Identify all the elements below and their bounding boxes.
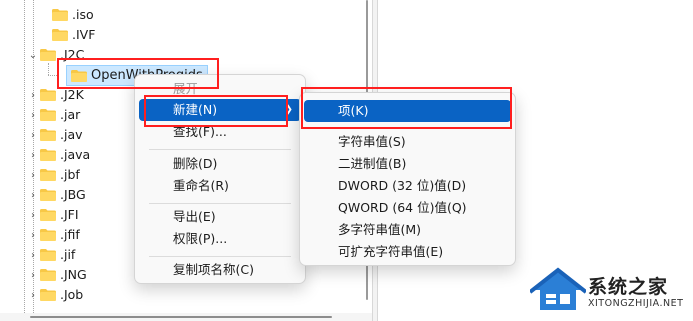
annotation-box	[301, 87, 512, 129]
folder-icon	[40, 89, 56, 101]
tree-node-label: .jbf	[60, 167, 80, 182]
chevron-right-icon[interactable]: ›	[26, 170, 40, 181]
menu-item-permissions[interactable]: 权限(P)...	[139, 228, 301, 250]
menu-separator	[149, 149, 291, 150]
tree-node[interactable]: › .JBG	[31, 185, 86, 205]
folder-icon	[40, 149, 56, 161]
tree-node-label: .jav	[60, 127, 83, 142]
menu-item-export[interactable]: 导出(E)	[139, 206, 301, 228]
tree-node[interactable]: › .jar	[31, 105, 81, 125]
tree-node[interactable]: .iso	[38, 5, 94, 25]
tree-node[interactable]: › .jif	[31, 245, 76, 265]
tree-node-label: .jif	[60, 247, 76, 262]
tree-node-label: .IVF	[72, 27, 96, 42]
folder-icon	[40, 49, 56, 61]
folder-icon	[40, 249, 56, 261]
tree-node[interactable]: › .jbf	[31, 165, 80, 185]
chevron-right-icon[interactable]: ›	[26, 90, 40, 101]
scrollbar-thumb[interactable]	[30, 316, 332, 318]
watermark-url: XITONGZHIJIA.NET	[588, 298, 684, 309]
submenu-item-qword-value[interactable]: QWORD (64 位)值(Q)	[304, 197, 511, 219]
tree-node[interactable]: › .JFI	[31, 205, 79, 225]
menu-item-rename[interactable]: 重命名(R)	[139, 175, 301, 197]
tree-node-label: .JBG	[60, 187, 86, 202]
tree-node[interactable]: › .java	[31, 145, 91, 165]
folder-icon	[40, 109, 56, 121]
folder-icon	[40, 229, 56, 241]
menu-separator	[149, 256, 291, 257]
tree-node-label: .jar	[60, 107, 81, 122]
folder-icon	[52, 9, 68, 21]
house-logo-icon	[530, 267, 586, 310]
tree-node[interactable]: › .Job	[31, 285, 84, 305]
tree-guide-line	[24, 0, 25, 313]
submenu-item-string-value[interactable]: 字符串值(S)	[304, 131, 511, 153]
folder-icon	[40, 129, 56, 141]
submenu-item-dword-value[interactable]: DWORD (32 位)值(D)	[304, 175, 511, 197]
folder-icon	[40, 169, 56, 181]
submenu-item-multi-string-value[interactable]: 多字符串值(M)	[304, 219, 511, 241]
tree-horizontal-scrollbar[interactable]	[0, 313, 372, 321]
menu-item-delete[interactable]: 删除(D)	[139, 153, 301, 175]
chevron-right-icon[interactable]: ›	[26, 110, 40, 121]
tree-node-label: .iso	[72, 7, 94, 22]
watermark-title: 系统之家	[588, 276, 669, 298]
tree-node[interactable]: › .jav	[31, 125, 83, 145]
tree-node[interactable]: .IVF	[38, 25, 95, 45]
folder-icon	[40, 189, 56, 201]
menu-item-copy-key-name[interactable]: 复制项名称(C)	[139, 259, 301, 281]
chevron-right-icon[interactable]: ›	[26, 190, 40, 201]
chevron-right-icon[interactable]: ›	[26, 270, 40, 281]
tree-node[interactable]: › .JNG	[31, 265, 87, 285]
menu-separator	[149, 203, 291, 204]
chevron-right-icon[interactable]: ›	[26, 210, 40, 221]
chevron-down-icon[interactable]: ⌄	[26, 50, 40, 61]
submenu-item-binary-value[interactable]: 二进制值(B)	[304, 153, 511, 175]
folder-icon	[40, 289, 56, 301]
tree-node-label: .Job	[60, 287, 84, 302]
tree-node-label: .jfif	[60, 227, 80, 242]
folder-icon	[52, 29, 68, 41]
chevron-right-icon[interactable]: ›	[26, 150, 40, 161]
tree-node-label: .JFI	[60, 207, 79, 222]
watermark: 系统之家 XITONGZHIJIA.NET	[530, 264, 690, 316]
tree-node-label: .java	[60, 147, 91, 162]
annotation-box	[57, 58, 219, 89]
chevron-right-icon[interactable]: ›	[26, 230, 40, 241]
annotation-box	[144, 95, 288, 127]
chevron-right-icon[interactable]: ›	[26, 250, 40, 261]
chevron-right-icon[interactable]: ›	[26, 130, 40, 141]
folder-icon	[40, 209, 56, 221]
folder-icon	[40, 269, 56, 281]
submenu-item-expandable-string-value[interactable]: 可扩充字符串值(E)	[304, 241, 511, 263]
chevron-right-icon[interactable]: ›	[26, 290, 40, 301]
tree-node-label: .JNG	[60, 267, 87, 282]
tree-guide-line	[48, 75, 57, 76]
tree-node[interactable]: › .jfif	[31, 225, 80, 245]
